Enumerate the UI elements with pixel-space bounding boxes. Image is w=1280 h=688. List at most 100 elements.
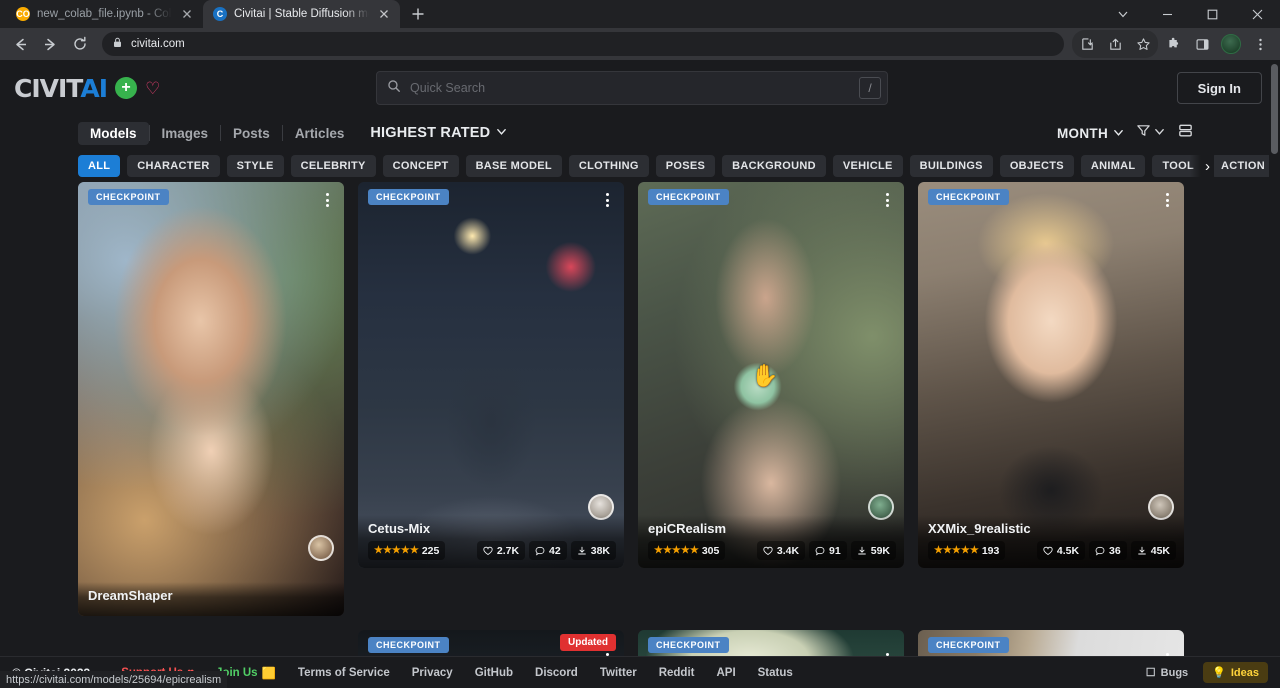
- tab-models[interactable]: Models: [78, 122, 149, 145]
- tab-images[interactable]: Images: [150, 122, 221, 145]
- tab-posts[interactable]: Posts: [221, 122, 282, 145]
- model-card[interactable]: CHECKPOINT Cetus-Mix ★★★★★ 225: [358, 182, 624, 568]
- categories-next-arrow[interactable]: ›: [1190, 155, 1214, 177]
- browser-tab-colab[interactable]: CO new_colab_file.ipynb - Colaborat: [6, 0, 203, 28]
- chip-clothing[interactable]: CLOTHING: [569, 155, 649, 177]
- close-icon[interactable]: [179, 6, 195, 22]
- checkpoint-badge: CHECKPOINT: [88, 189, 169, 205]
- window-controls: [1100, 0, 1280, 28]
- tab-articles[interactable]: Articles: [283, 122, 357, 145]
- downloads-pill: 45K: [1131, 541, 1176, 560]
- create-plus-button[interactable]: +: [115, 77, 137, 99]
- card-menu-button[interactable]: [598, 190, 616, 210]
- new-tab-button[interactable]: [404, 0, 432, 28]
- model-card[interactable]: CHECKPOINT XXMix_9realistic ★★★★★ 193: [918, 182, 1184, 568]
- likes-pill: 3.4K: [757, 541, 805, 560]
- back-icon[interactable]: [6, 30, 34, 58]
- downloads-pill: 59K: [851, 541, 896, 560]
- heart-icon: [763, 546, 773, 556]
- filter-button[interactable]: [1136, 123, 1165, 143]
- profile-avatar[interactable]: [1217, 30, 1245, 58]
- category-filter-row[interactable]: ALL CHARACTER STYLE CELEBRITY CONCEPT BA…: [0, 150, 1280, 182]
- install-icon[interactable]: [1073, 30, 1101, 58]
- close-window-button[interactable]: [1235, 0, 1280, 28]
- card-menu-button[interactable]: [318, 190, 336, 210]
- search-input[interactable]: Quick Search /: [376, 71, 888, 105]
- ideas-button[interactable]: 💡 Ideas: [1203, 662, 1268, 683]
- likes-count: 2.7K: [497, 545, 519, 557]
- share-icon[interactable]: [1101, 30, 1129, 58]
- chip-style[interactable]: STYLE: [227, 155, 284, 177]
- card-image: [358, 182, 624, 568]
- chrome-menu-icon[interactable]: [1246, 30, 1274, 58]
- tab-strip: CO new_colab_file.ipynb - Colaborat C Ci…: [0, 0, 1280, 28]
- footer-link-discord[interactable]: Discord: [524, 667, 589, 679]
- chip-animal[interactable]: ANIMAL: [1081, 155, 1146, 177]
- layout-toggle-button[interactable]: [1177, 122, 1194, 144]
- footer-link-terms[interactable]: Terms of Service: [287, 667, 401, 679]
- browser-status-bar: https://civitai.com/models/25694/epicrea…: [0, 671, 227, 688]
- likes-pill: 2.7K: [477, 541, 525, 560]
- tab-search-icon[interactable]: [1100, 0, 1145, 28]
- footer-link-reddit[interactable]: Reddit: [648, 667, 706, 679]
- sign-in-button[interactable]: Sign In: [1177, 72, 1262, 104]
- yellow-square-icon: 🟨: [262, 666, 276, 680]
- scrollbar-thumb[interactable]: [1271, 64, 1278, 154]
- close-icon[interactable]: [376, 6, 392, 22]
- footer-link-api[interactable]: API: [705, 667, 746, 679]
- period-dropdown[interactable]: MONTH: [1057, 126, 1124, 141]
- footer-link-status[interactable]: Status: [747, 667, 804, 679]
- sidepanel-icon[interactable]: [1188, 30, 1216, 58]
- chip-all[interactable]: ALL: [78, 155, 120, 177]
- toolbar-actions: [1072, 30, 1274, 58]
- minimize-button[interactable]: [1145, 0, 1190, 28]
- chip-objects[interactable]: OBJECTS: [1000, 155, 1074, 177]
- engagement-stats: 3.4K 91: [757, 541, 896, 560]
- civitai-logo[interactable]: CIVITAI + ♡: [14, 74, 160, 103]
- download-icon: [857, 546, 867, 556]
- model-card[interactable]: CHECKPOINT epiCRealism ★★★★★ 305: [638, 182, 904, 568]
- maximize-button[interactable]: [1190, 0, 1235, 28]
- chip-base-model[interactable]: BASE MODEL: [466, 155, 562, 177]
- card-title: DreamShaper: [88, 588, 336, 603]
- chip-concept[interactable]: CONCEPT: [383, 155, 459, 177]
- card-title: epiCRealism: [648, 521, 896, 536]
- card-footer: epiCRealism ★★★★★ 305: [638, 515, 904, 568]
- heart-icon[interactable]: ♡: [145, 80, 160, 97]
- chip-action[interactable]: ACTION: [1211, 155, 1275, 177]
- footer-link-github[interactable]: GitHub: [464, 667, 524, 679]
- page-scrollbar[interactable]: [1269, 60, 1280, 688]
- chip-buildings[interactable]: BUILDINGS: [910, 155, 993, 177]
- rating-pill: ★★★★★ 193: [928, 541, 1005, 560]
- sort-dropdown[interactable]: HIGHEST RATED: [370, 125, 507, 141]
- rating-pill: ★★★★★ 225: [368, 541, 445, 560]
- avatar[interactable]: [308, 535, 334, 561]
- reload-icon[interactable]: [66, 30, 94, 58]
- logo-part2: AI: [80, 74, 107, 103]
- forward-icon[interactable]: [36, 30, 64, 58]
- ideas-label: Ideas: [1231, 667, 1259, 679]
- chip-background[interactable]: BACKGROUND: [722, 155, 826, 177]
- likes-pill: 4.5K: [1037, 541, 1085, 560]
- model-card[interactable]: CHECKPOINT DreamShaper: [78, 182, 344, 616]
- card-menu-button[interactable]: [878, 190, 896, 210]
- footer-link-twitter[interactable]: Twitter: [589, 667, 648, 679]
- footer-link-privacy[interactable]: Privacy: [401, 667, 464, 679]
- chip-celebrity[interactable]: CELEBRITY: [291, 155, 376, 177]
- chip-poses[interactable]: POSES: [656, 155, 715, 177]
- card-title: Cetus-Mix: [368, 521, 616, 536]
- content-nav: Models Images Posts Articles HIGHEST RAT…: [0, 116, 1280, 150]
- chip-vehicle[interactable]: VEHICLE: [833, 155, 903, 177]
- engagement-stats: 2.7K 42: [477, 541, 616, 560]
- extensions-puzzle-icon[interactable]: [1159, 30, 1187, 58]
- card-menu-button[interactable]: [1158, 190, 1176, 210]
- model-grid: CHECKPOINT DreamShaper CHECKPOINT Cetus-…: [78, 182, 1202, 688]
- nav-right-controls: MONTH: [1057, 122, 1194, 144]
- card-stats: ★★★★★ 193 4.5K: [928, 541, 1176, 560]
- rating-pill: ★★★★★ 305: [648, 541, 725, 560]
- bookmark-star-icon[interactable]: [1129, 30, 1157, 58]
- browser-tab-civitai[interactable]: C Civitai | Stable Diffusion models,: [203, 0, 400, 28]
- address-bar[interactable]: civitai.com: [102, 32, 1064, 56]
- bugs-button[interactable]: ☐ Bugs: [1137, 662, 1197, 683]
- chip-character[interactable]: CHARACTER: [127, 155, 219, 177]
